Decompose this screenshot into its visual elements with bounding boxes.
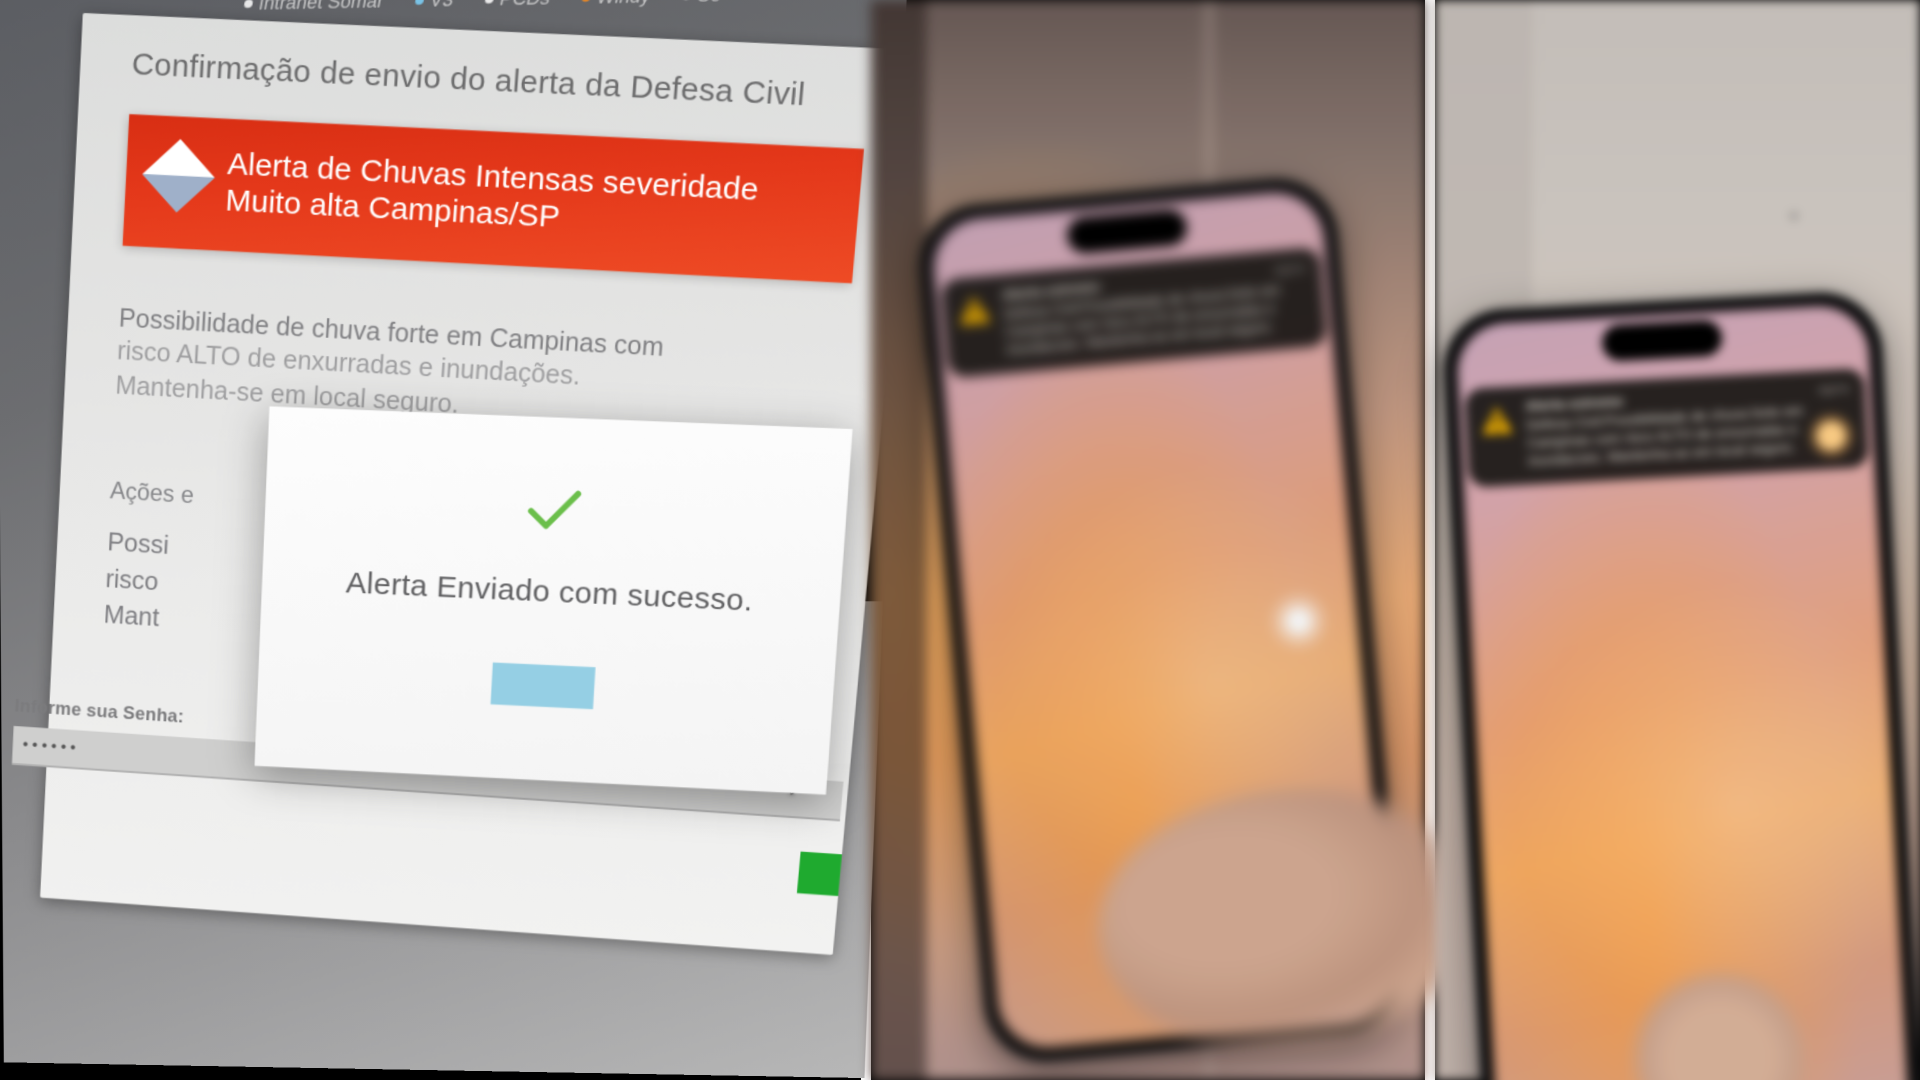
alert-banner: Alerta de Chuvas Intensas severidade Mui… xyxy=(123,114,864,283)
tab-windy[interactable]: Windy xyxy=(580,0,653,9)
tab-v3[interactable]: V3 xyxy=(413,0,455,12)
right-photo: agora Alerta extremo Defesa Civil:Possib… xyxy=(1435,0,1920,1080)
alert-banner-text: Alerta de Chuvas Intensas severidade Mui… xyxy=(224,146,829,250)
left-screenshot: Intranet Somar V3 PCDs Windy So Confirma… xyxy=(0,0,908,1078)
middle-photo: agora Alerta extremo Defesa Civil:Possib… xyxy=(871,0,1425,1080)
checkmark-icon xyxy=(515,472,592,546)
ok-button[interactable] xyxy=(491,662,596,709)
emergency-alert-toast[interactable]: agora Alerta extremo Defesa Civil:Possib… xyxy=(1464,368,1869,487)
alert-time: agora xyxy=(1818,381,1849,398)
alert-diamond-icon xyxy=(142,139,215,213)
alert-text: agora Alerta extremo Defesa Civil:Possib… xyxy=(1525,381,1852,470)
phone-left: agora Alerta extremo Defesa Civil:Possib… xyxy=(914,173,1407,1066)
tab-intranet[interactable]: Intranet Somar xyxy=(242,0,386,15)
success-message: Alerta Enviado com sucesso. xyxy=(345,567,754,619)
alert-time: agora xyxy=(1274,260,1306,278)
alert-text: agora Alerta extremo Defesa Civil:Possib… xyxy=(1001,260,1310,359)
warning-triangle-icon xyxy=(1479,402,1515,438)
dynamic-island xyxy=(1601,319,1723,361)
warning-triangle-icon xyxy=(956,292,993,329)
phone-right: agora Alerta extremo Defesa Civil:Possib… xyxy=(1440,289,1920,1080)
page-title: Confirmação de envio do alerta da Defesa… xyxy=(131,47,870,117)
phone-body: agora Alerta extremo Defesa Civil:Possib… xyxy=(1440,289,1920,1080)
tab-pcds[interactable]: PCDs xyxy=(483,0,552,11)
tab-so[interactable]: So xyxy=(681,0,724,7)
submit-button-corner[interactable] xyxy=(797,852,842,896)
success-popup: Alerta Enviado com sucesso. xyxy=(254,406,852,794)
